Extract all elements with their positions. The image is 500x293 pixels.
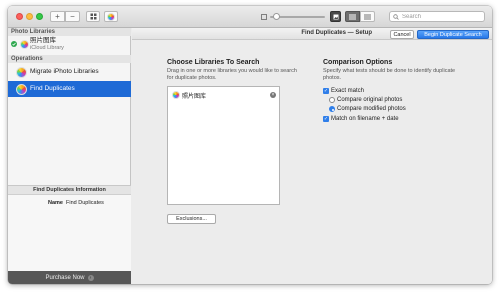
main-panel: Find Duplicates — Setup Cancel Begin Dup… (132, 28, 492, 284)
sidebar-library-name: 照片图库 (30, 37, 56, 44)
app-window: + − Search Photo Libraries 照片图库 iCloud L… (8, 6, 492, 284)
list-item[interactable]: 照片图库 × (171, 90, 278, 100)
search-field[interactable] (389, 11, 485, 22)
choose-libraries-description: Drag in one or more libraries you would … (167, 68, 297, 81)
small-thumbnail-icon (261, 14, 267, 20)
sidebar-item-label: Migrate iPhoto Libraries (30, 68, 99, 75)
checkmark-icon (11, 41, 17, 47)
info-panel: Find Duplicates Information Name Find Dup… (8, 185, 131, 271)
columns-view-button[interactable] (360, 11, 375, 22)
photo-libraries-header: Photo Libraries (8, 28, 131, 36)
zoom-window-button[interactable] (36, 13, 43, 20)
info-name-value: Find Duplicates (66, 200, 104, 206)
image-icon (333, 14, 338, 19)
photos-library-icon (172, 91, 180, 99)
compare-original-label: Compare original photos (337, 97, 403, 103)
exact-match-label: Exact match (331, 88, 365, 94)
match-filename-label: Match on filename + date (331, 116, 399, 122)
large-thumbnail-button[interactable] (330, 11, 341, 22)
compare-original-radio[interactable] (329, 97, 335, 103)
photos-app-button[interactable] (104, 11, 118, 22)
arrow-right-icon: › (87, 274, 94, 281)
migrate-iphoto-icon (16, 67, 27, 78)
compare-modified-option[interactable]: Compare modified photos (329, 105, 406, 113)
compare-modified-radio[interactable] (329, 106, 335, 112)
begin-duplicate-search-button[interactable]: Begin Duplicate Search (417, 30, 489, 39)
cancel-button[interactable]: Cancel (390, 30, 414, 39)
sidebar-item-photo-library[interactable]: 照片图库 iCloud Library (8, 37, 131, 53)
sidebar: Photo Libraries 照片图库 iCloud Library Oper… (8, 28, 131, 284)
grid-view-button[interactable] (86, 11, 100, 22)
photos-icon (107, 12, 115, 21)
sidebar-item-migrate[interactable]: Migrate iPhoto Libraries (8, 64, 131, 80)
match-filename-option[interactable]: ✓ Match on filename + date (323, 115, 399, 123)
exclusions-button[interactable]: Exclusions... (167, 214, 216, 224)
exact-match-checkbox[interactable]: ✓ (323, 88, 329, 94)
remove-button[interactable]: − (65, 11, 80, 22)
purchase-now-button[interactable]: Purchase Now › (8, 271, 131, 284)
search-icon (393, 14, 399, 20)
photos-library-icon (20, 40, 29, 49)
grid-icon (90, 13, 96, 20)
find-duplicates-icon (16, 84, 27, 95)
choose-libraries-title: Choose Libraries To Search (167, 59, 260, 66)
search-input[interactable] (402, 12, 482, 22)
list-icon (349, 14, 356, 19)
slider-knob[interactable] (273, 13, 280, 20)
compare-modified-label: Compare modified photos (337, 106, 406, 112)
minimize-window-button[interactable] (26, 13, 33, 20)
columns-icon (364, 14, 371, 19)
add-button[interactable]: + (50, 11, 65, 22)
info-panel-title: Find Duplicates Information (8, 186, 131, 195)
sidebar-item-find-duplicates[interactable]: Find Duplicates (8, 81, 131, 97)
page-title: Find Duplicates — Setup (301, 30, 372, 36)
exact-match-option[interactable]: ✓ Exact match (323, 87, 364, 95)
match-filename-checkbox[interactable]: ✓ (323, 116, 329, 122)
remove-library-icon[interactable]: × (270, 92, 276, 98)
comparison-options-title: Comparison Options (323, 59, 393, 66)
sidebar-item-label: Find Duplicates (30, 85, 75, 92)
list-view-button[interactable] (345, 11, 360, 22)
main-header: Find Duplicates — Setup Cancel Begin Dup… (132, 28, 492, 40)
toolbar: + − (8, 6, 492, 28)
close-window-button[interactable] (16, 13, 23, 20)
purchase-now-label: Purchase Now (45, 274, 85, 281)
info-name-row: Name Find Duplicates (8, 200, 131, 207)
sidebar-library-location: iCloud Library (30, 45, 64, 51)
library-name: 照片图库 (182, 94, 207, 100)
operations-header: Operations (8, 55, 131, 63)
compare-original-option[interactable]: Compare original photos (329, 96, 402, 104)
comparison-options-description: Specify what tests should be done to ide… (323, 68, 456, 81)
library-list[interactable]: 照片图库 × (167, 86, 280, 205)
info-name-key: Name (48, 200, 63, 206)
